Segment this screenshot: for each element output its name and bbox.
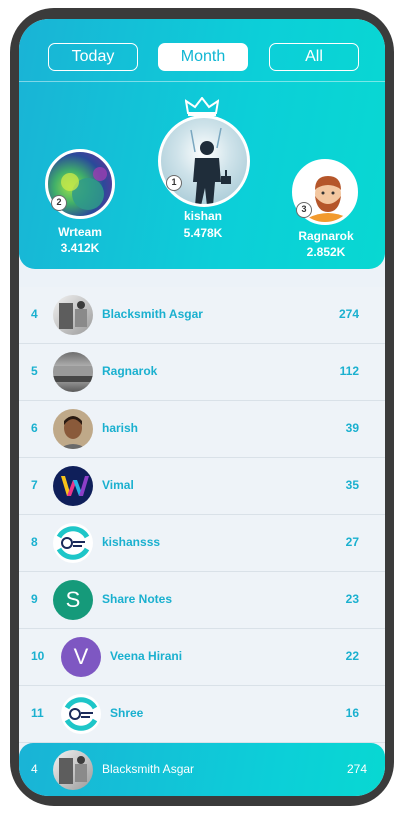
rank-medal-third: 3 [296, 202, 312, 218]
tab-month[interactable]: Month [158, 43, 248, 71]
avatar [53, 466, 93, 506]
rank-number: 5 [31, 364, 38, 378]
user-score: 112 [339, 364, 359, 378]
screen: Today Month All 2 Wrteam 3.412K 1 kishan… [19, 19, 385, 796]
user-score: 274 [338, 307, 359, 321]
podium-first-avatar[interactable] [158, 115, 250, 207]
face-photo-icon [59, 416, 87, 449]
user-name: kishansss [102, 535, 161, 549]
avatar [53, 352, 93, 392]
rank-medal-first: 1 [166, 175, 182, 191]
user-score: 22 [345, 649, 359, 663]
avatar [53, 295, 93, 335]
letter-avatar: V [61, 637, 101, 677]
avatar [53, 409, 93, 449]
user-name: harish [102, 421, 139, 435]
podium-first-score: 5.478K [183, 226, 223, 240]
list-item[interactable]: 6 harish 39 [19, 401, 385, 458]
leaderboard-header: Today Month All 2 Wrteam 3.412K 1 kishan… [19, 19, 385, 269]
user-name: Blacksmith Asgar [102, 307, 203, 321]
w-logo-icon [61, 476, 89, 496]
podium-second-name: Wrteam [58, 225, 102, 239]
user-name: Share Notes [102, 592, 173, 606]
rank-number: 10 [31, 649, 45, 663]
rank-number: 11 [31, 706, 44, 720]
thor-icon [190, 127, 231, 204]
photo-icon [59, 756, 87, 784]
photo-icon [53, 366, 93, 382]
list-item[interactable]: 5 Ragnarok 112 [19, 344, 385, 401]
user-name: Ragnarok [102, 364, 158, 378]
crown-icon [185, 97, 219, 116]
quiz-logo-icon [56, 526, 90, 560]
avatar [53, 523, 93, 563]
current-user-avatar [53, 750, 93, 790]
podium-first-name: kishan [183, 209, 222, 223]
user-score: 35 [345, 478, 359, 492]
podium-third-score: 2.852K [306, 245, 346, 259]
user-score: 27 [345, 535, 359, 549]
podium-second-score: 3.412K [60, 241, 100, 255]
podium-third-name: Ragnarok [298, 229, 354, 243]
list-item[interactable]: 8 kishansss 27 [19, 515, 385, 572]
user-score: 39 [345, 421, 359, 435]
tab-all[interactable]: All [269, 43, 359, 71]
photo-icon [59, 301, 87, 329]
list-item[interactable]: 11 Shree 16 [19, 686, 385, 743]
quiz-logo-icon [64, 697, 98, 731]
list-item[interactable]: 4 Blacksmith Asgar 274 [19, 287, 385, 344]
tab-today[interactable]: Today [48, 43, 138, 71]
list-item[interactable]: 9 S Share Notes 23 [19, 572, 385, 629]
rank-number: 7 [31, 478, 38, 492]
list-item[interactable]: 10 V Veena Hirani 22 [19, 629, 385, 686]
current-user-bar[interactable]: 4 Blacksmith Asgar 274 [19, 743, 385, 796]
header-divider [19, 81, 385, 82]
rank-medal-second: 2 [51, 195, 67, 211]
current-user-score: 274 [346, 762, 367, 776]
user-score: 16 [345, 706, 359, 720]
period-tabs: Today Month All [48, 43, 360, 73]
rank-number: 8 [31, 535, 38, 549]
current-user-rank: 4 [31, 762, 38, 776]
rank-number: 4 [31, 307, 38, 321]
avatar [61, 694, 101, 734]
list-item[interactable]: 7 Vimal 35 [19, 458, 385, 515]
user-name: Veena Hirani [110, 649, 183, 663]
user-name: Shree [110, 706, 144, 720]
user-name: Vimal [102, 478, 134, 492]
rank-number: 9 [31, 592, 38, 606]
letter-avatar: S [53, 580, 93, 620]
rank-number: 6 [31, 421, 38, 435]
user-score: 23 [345, 592, 359, 606]
current-user-name: Blacksmith Asgar [102, 762, 195, 776]
